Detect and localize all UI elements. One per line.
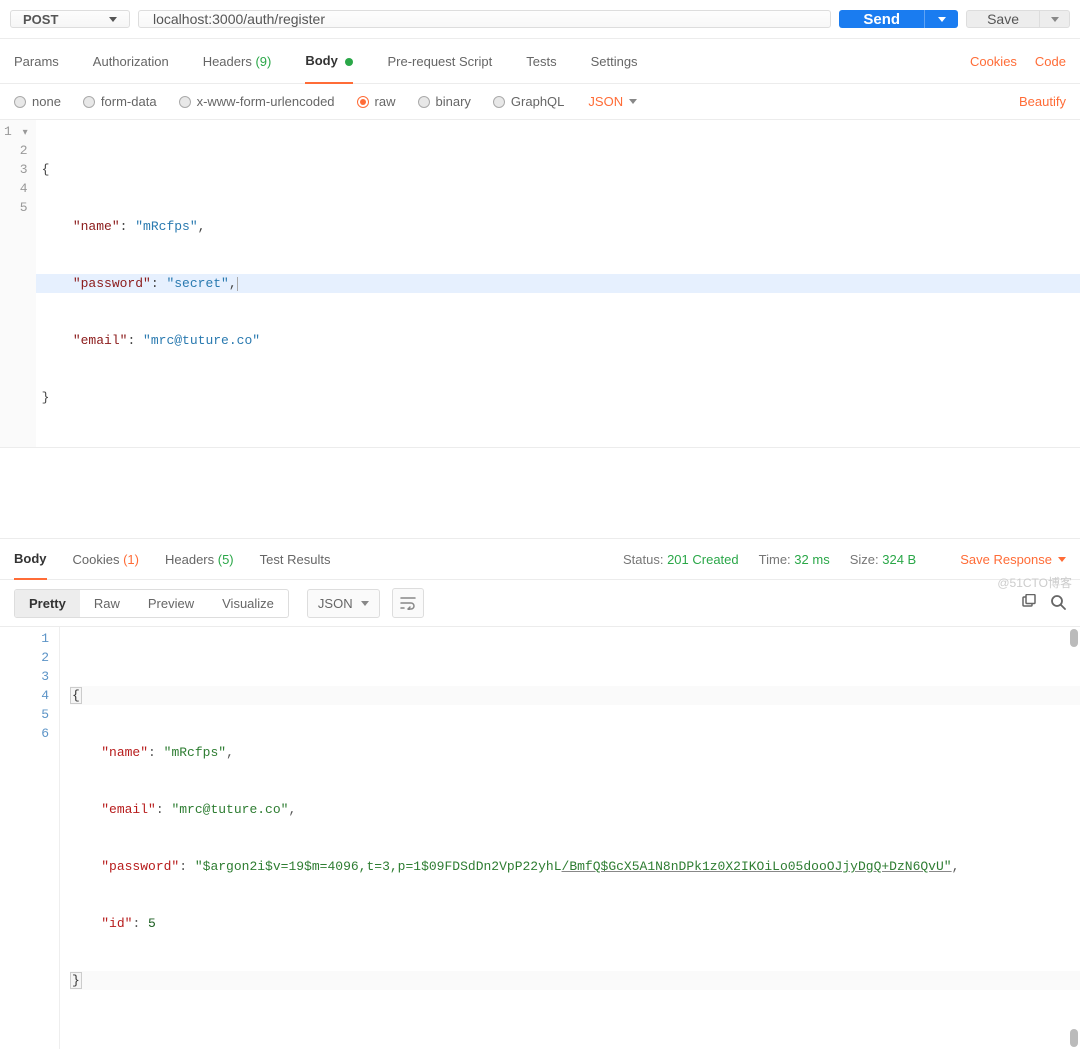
body-type-none[interactable]: none	[14, 94, 61, 109]
chevron-down-icon	[1051, 17, 1059, 22]
request-bar: POST localhost:3000/auth/register Send S…	[0, 0, 1080, 39]
copy-icon	[1020, 594, 1036, 610]
url-input[interactable]: localhost:3000/auth/register	[138, 10, 831, 28]
radio-icon	[14, 96, 26, 108]
body-language-label: JSON	[588, 94, 623, 109]
http-method-select[interactable]: POST	[10, 10, 130, 28]
body-modified-indicator	[345, 58, 353, 66]
send-button[interactable]: Send	[839, 10, 924, 28]
response-body-editor[interactable]: 123456 { "name": "mRcfps", "email": "mrc…	[0, 627, 1080, 1055]
radio-icon	[493, 96, 505, 108]
chevron-down-icon	[1058, 557, 1066, 562]
response-tab-body[interactable]: Body	[14, 539, 47, 580]
size-value: 324 B	[882, 552, 916, 567]
body-type-row: none form-data x-www-form-urlencoded raw…	[0, 84, 1080, 120]
wrap-lines-button[interactable]	[392, 588, 424, 618]
request-body-editor[interactable]: 1 ▾ 2 3 4 5 { "name": "mRcfps", "passwor…	[0, 120, 1080, 448]
response-gutter: 123456	[0, 627, 60, 1049]
search-icon	[1050, 594, 1066, 610]
headers-count: (9)	[255, 54, 271, 69]
view-preview[interactable]: Preview	[134, 590, 208, 617]
view-raw[interactable]: Raw	[80, 590, 134, 617]
radio-icon	[179, 96, 191, 108]
response-meta: Status: 201 Created Time: 32 ms Size: 32…	[623, 552, 1066, 567]
radio-icon	[357, 96, 369, 108]
watermark: @51CTO博客	[997, 574, 1072, 591]
response-code[interactable]: { "name": "mRcfps", "email": "mrc@tuture…	[60, 627, 1080, 1049]
http-method-label: POST	[23, 12, 58, 27]
text-cursor	[237, 277, 238, 291]
tab-tests[interactable]: Tests	[526, 40, 556, 83]
tab-headers-label: Headers	[203, 54, 252, 69]
radio-icon	[418, 96, 430, 108]
save-button[interactable]: Save	[966, 10, 1040, 28]
copy-button[interactable]	[1020, 594, 1036, 613]
response-language-select[interactable]: JSON	[307, 589, 380, 618]
radio-icon	[83, 96, 95, 108]
chevron-down-icon	[109, 17, 117, 22]
response-controls: Pretty Raw Preview Visualize JSON	[0, 580, 1080, 627]
send-options-button[interactable]	[924, 10, 958, 28]
body-type-urlencoded[interactable]: x-www-form-urlencoded	[179, 94, 335, 109]
save-button-group: Save	[966, 10, 1070, 28]
save-options-button[interactable]	[1040, 10, 1070, 28]
cookies-link[interactable]: Cookies	[970, 54, 1017, 69]
chevron-down-icon	[629, 99, 637, 104]
wrap-icon	[400, 596, 416, 610]
view-pretty[interactable]: Pretty	[15, 590, 80, 617]
beautify-link[interactable]: Beautify	[1019, 94, 1066, 109]
request-tabs: Params Authorization Headers (9) Body Pr…	[0, 39, 1080, 84]
response-tab-cookies[interactable]: Cookies (1)	[73, 540, 139, 579]
time-value: 32 ms	[794, 552, 829, 567]
body-type-graphql[interactable]: GraphQL	[493, 94, 564, 109]
body-type-formdata[interactable]: form-data	[83, 94, 157, 109]
response-view-mode: Pretty Raw Preview Visualize	[14, 589, 289, 618]
body-type-binary[interactable]: binary	[418, 94, 471, 109]
chevron-down-icon	[938, 17, 946, 22]
save-response-button[interactable]: Save Response	[960, 552, 1066, 567]
tab-prerequest[interactable]: Pre-request Script	[387, 40, 492, 83]
scrollbar-thumb[interactable]	[1070, 629, 1078, 647]
tab-params[interactable]: Params	[14, 40, 59, 83]
response-tab-headers[interactable]: Headers (5)	[165, 540, 234, 579]
chevron-down-icon	[361, 601, 369, 606]
tab-headers[interactable]: Headers (9)	[203, 40, 272, 83]
view-visualize[interactable]: Visualize	[208, 590, 288, 617]
response-tab-tests[interactable]: Test Results	[260, 540, 331, 579]
url-value: localhost:3000/auth/register	[153, 11, 325, 27]
tab-body[interactable]: Body	[305, 39, 353, 84]
editor-gutter: 1 ▾ 2 3 4 5	[0, 120, 36, 447]
response-tabs: Body Cookies (1) Headers (5) Test Result…	[0, 538, 1080, 580]
body-type-raw[interactable]: raw	[357, 94, 396, 109]
scrollbar-thumb[interactable]	[1070, 1029, 1078, 1047]
tab-settings[interactable]: Settings	[591, 40, 638, 83]
tab-body-label: Body	[305, 53, 338, 68]
body-language-select[interactable]: JSON	[588, 94, 637, 109]
search-button[interactable]	[1050, 594, 1066, 613]
send-button-group: Send	[839, 10, 958, 28]
editor-code[interactable]: { "name": "mRcfps", "password": "secret"…	[36, 120, 1080, 447]
code-link[interactable]: Code	[1035, 54, 1066, 69]
tab-authorization[interactable]: Authorization	[93, 40, 169, 83]
status-value: 201 Created	[667, 552, 739, 567]
